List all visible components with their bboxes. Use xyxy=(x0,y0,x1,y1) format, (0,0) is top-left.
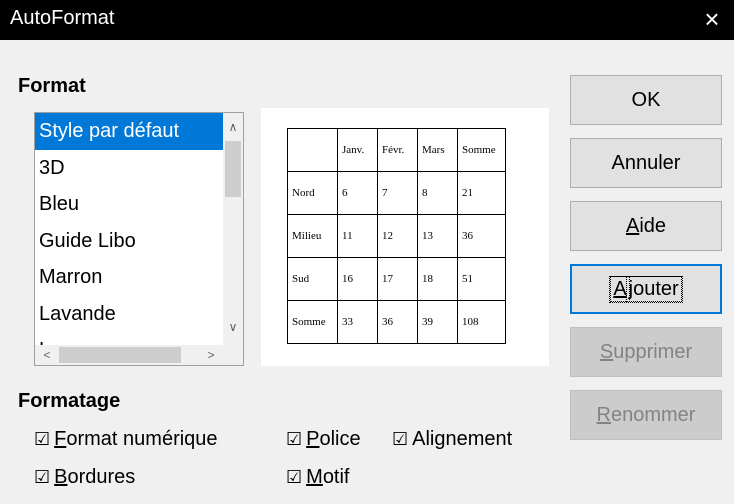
preview-cell: Janv. xyxy=(337,128,378,172)
preview-cell: Sud xyxy=(287,257,338,301)
formatting-section-label: Formatage xyxy=(18,390,121,412)
checkbox-checked-icon: ☑ xyxy=(392,429,409,450)
format-style-items: Style par défaut 3D Bleu Guide Libo Marron La… xyxy=(35,113,225,346)
help-button[interactable]: Aide xyxy=(570,201,722,251)
preview-table: Janv. Févr. Mars Somme Nord 6 7 8 21 Milieu 11 12 13… xyxy=(287,128,506,344)
scroll-corner xyxy=(223,345,243,365)
horizontal-scrollbar[interactable]: < > xyxy=(35,345,225,365)
window-title: AutoFormat xyxy=(10,7,115,29)
preview-cell: Milieu xyxy=(287,214,338,258)
checkbox-checked-icon: ☑ xyxy=(286,467,303,488)
font-label: Police xyxy=(306,428,361,450)
format-section-label: Format xyxy=(18,75,86,97)
preview-cell: 18 xyxy=(417,257,458,301)
format-style-item[interactable]: Lavande xyxy=(35,296,225,333)
preview-cell: 108 xyxy=(457,300,506,344)
cancel-button[interactable]: Annuler xyxy=(570,138,722,188)
add-button[interactable]: Ajouter xyxy=(570,264,722,314)
scroll-up-icon[interactable]: ∧ xyxy=(223,117,243,137)
number-format-checkbox[interactable]: ☑ Format numérique xyxy=(34,428,218,451)
ok-button[interactable]: OK xyxy=(570,75,722,125)
preview-cell: 39 xyxy=(417,300,458,344)
format-style-item[interactable]: Marron xyxy=(35,259,225,296)
format-style-list[interactable]: Style par défaut 3D Bleu Guide Libo Marron La… xyxy=(34,112,244,366)
delete-button[interactable]: Supprimer xyxy=(570,327,722,377)
preview-cell: 16 xyxy=(337,257,378,301)
checkbox-checked-icon: ☑ xyxy=(34,429,51,450)
preview-row: Nord 6 7 8 21 xyxy=(287,171,506,215)
scroll-right-icon[interactable]: > xyxy=(201,345,221,365)
vertical-scrollbar[interactable]: ∧ ∨ xyxy=(223,113,243,346)
preview-row: Milieu 11 12 13 36 xyxy=(287,214,506,258)
borders-checkbox[interactable]: ☑ Bordures xyxy=(34,466,135,489)
scroll-down-icon[interactable]: ∨ xyxy=(223,317,243,337)
preview-cell: 13 xyxy=(417,214,458,258)
preview-cell: 8 xyxy=(417,171,458,215)
preview-cell: 7 xyxy=(377,171,418,215)
horizontal-scroll-thumb[interactable] xyxy=(59,347,181,363)
preview-cell: Mars xyxy=(417,128,458,172)
preview-cell: Somme xyxy=(457,128,506,172)
preview-row: Sud 16 17 18 51 xyxy=(287,257,506,301)
checkbox-checked-icon: ☑ xyxy=(34,467,51,488)
pattern-checkbox[interactable]: ☑ Motif xyxy=(286,466,350,489)
preview-cell: 11 xyxy=(337,214,378,258)
borders-label: Bordures xyxy=(54,466,136,488)
alignment-label: Alignement xyxy=(412,428,513,450)
preview-row: Janv. Févr. Mars Somme xyxy=(287,128,506,172)
preview-cell: Nord xyxy=(287,171,338,215)
preview-row: Somme 33 36 39 108 xyxy=(287,300,506,344)
format-style-item[interactable]: 3D xyxy=(35,150,225,187)
preview-cell: 21 xyxy=(457,171,506,215)
vertical-scroll-thumb[interactable] xyxy=(225,141,241,197)
format-style-item[interactable]: L xyxy=(35,332,225,346)
preview-cell: Somme xyxy=(287,300,338,344)
preview-cell: 36 xyxy=(377,300,418,344)
scroll-left-icon[interactable]: < xyxy=(37,345,57,365)
rename-button[interactable]: Renommer xyxy=(570,390,722,440)
preview-cell: 12 xyxy=(377,214,418,258)
preview-cell: 36 xyxy=(457,214,506,258)
preview-cell: 6 xyxy=(337,171,378,215)
preview-cell xyxy=(287,128,338,172)
preview-cell: 17 xyxy=(377,257,418,301)
font-checkbox[interactable]: ☑ Police xyxy=(286,428,361,451)
pattern-label: Motif xyxy=(306,466,350,488)
preview-cell: 51 xyxy=(457,257,506,301)
format-style-item[interactable]: Bleu xyxy=(35,186,225,223)
alignment-checkbox[interactable]: ☑ Alignement xyxy=(392,428,512,451)
preview-cell: 33 xyxy=(337,300,378,344)
close-icon[interactable]: × xyxy=(698,4,726,34)
preview-cell: Févr. xyxy=(377,128,418,172)
format-style-item[interactable]: Style par défaut xyxy=(35,113,225,150)
format-preview: Janv. Févr. Mars Somme Nord 6 7 8 21 Milieu 11 12 13… xyxy=(261,108,549,366)
checkbox-checked-icon: ☑ xyxy=(286,429,303,450)
title-bar: AutoFormat × xyxy=(0,0,734,40)
number-format-label: Format numérique xyxy=(54,428,218,450)
format-style-item[interactable]: Guide Libo xyxy=(35,223,225,260)
